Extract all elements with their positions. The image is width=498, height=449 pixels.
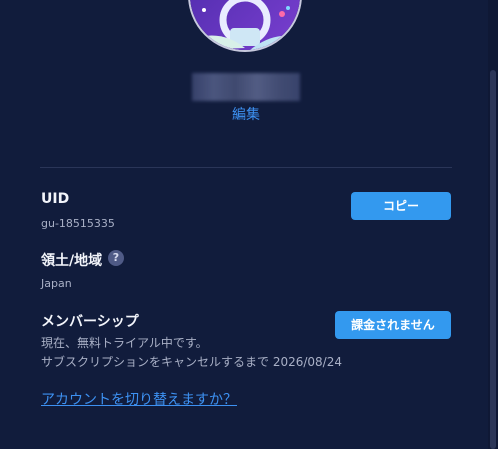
uid-value: gu-18515335	[41, 217, 115, 230]
membership-label: メンバーシップ	[41, 314, 139, 330]
edit-profile-link[interactable]: 編集	[0, 104, 492, 124]
uid-label: UID	[41, 191, 70, 207]
trial-status-text: 現在、無料トライアル中です。	[41, 336, 208, 350]
account-panel: 編集 UID gu-18515335 コピー 領土/地域 ? Japan メンバ…	[0, 0, 498, 449]
scrollbar[interactable]	[488, 0, 498, 449]
region-label: 領土/地域	[41, 253, 103, 269]
switch-account-link[interactable]: アカウントを切り替えますか？	[41, 389, 237, 409]
help-icon[interactable]: ?	[108, 250, 124, 266]
cancel-info-text: サブスクリプションをキャンセルするまで 2026/08/24	[41, 355, 342, 369]
avatar[interactable]	[188, 0, 302, 52]
scrollbar-thumb[interactable]	[490, 70, 496, 449]
region-value: Japan	[41, 277, 72, 290]
avatar-image	[190, 0, 300, 50]
section-divider	[40, 167, 452, 168]
username-redacted	[192, 73, 300, 101]
copy-uid-button[interactable]: コピー	[351, 192, 451, 220]
billing-status-button[interactable]: 課金されません	[335, 311, 451, 339]
